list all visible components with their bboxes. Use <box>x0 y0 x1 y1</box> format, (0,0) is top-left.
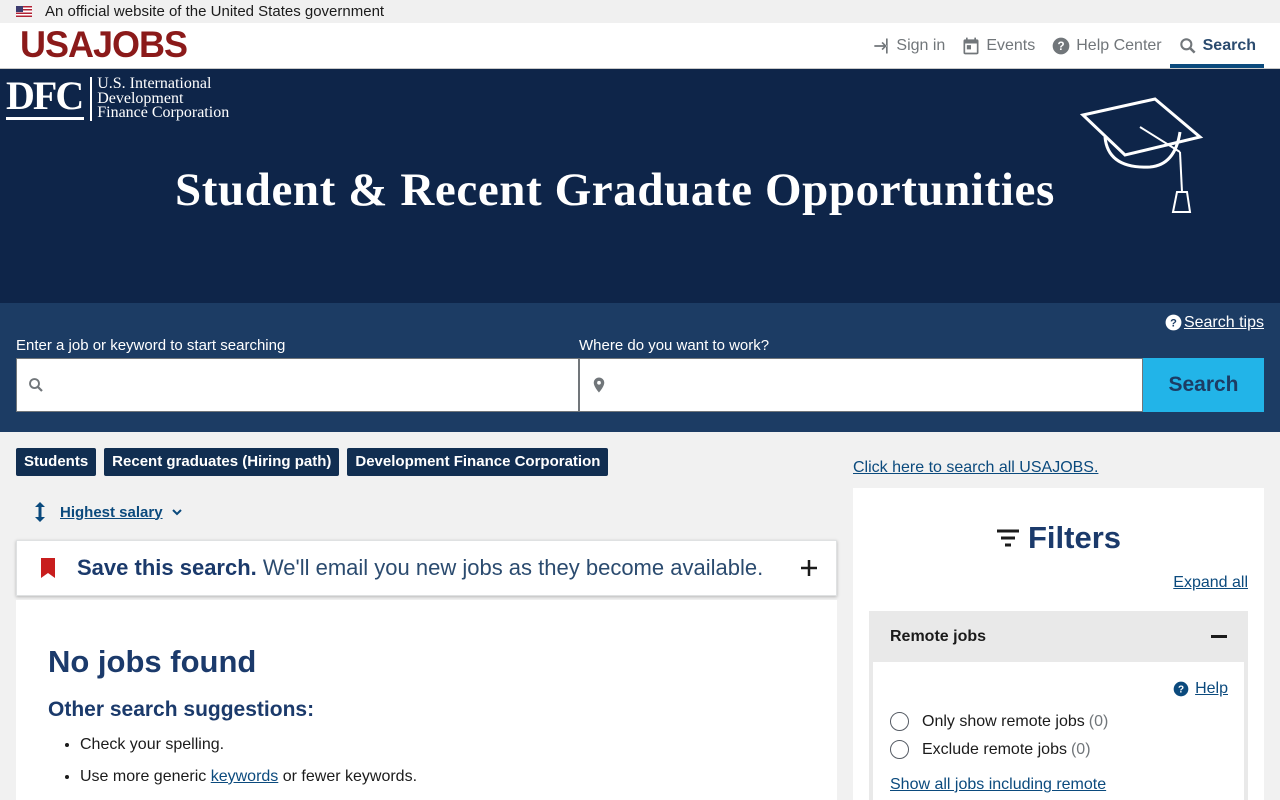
suggestions-heading: Other search suggestions: <box>48 698 315 721</box>
no-jobs-heading: No jobs found <box>48 644 257 679</box>
nav-sign-in-label: Sign in <box>896 36 946 54</box>
bookmark-icon <box>41 558 55 578</box>
nav-help-center[interactable]: ? Help Center <box>1043 23 1169 68</box>
dfc-logo: DFC U.S. International Development Finan… <box>6 75 229 121</box>
remote-jobs-header[interactable]: Remote jobs <box>870 612 1247 662</box>
search-button[interactable]: Search <box>1143 358 1264 412</box>
nav-events-label: Events <box>986 36 1036 54</box>
only-remote-count: (0) <box>1088 712 1109 730</box>
suggestions-list: Check your spelling. Use more generic ke… <box>48 736 805 786</box>
filter-icon <box>996 529 1019 547</box>
gov-banner: An official website of the United States… <box>0 0 1280 23</box>
save-search-description: We'll email you new jobs as they become … <box>262 555 764 580</box>
save-search-accordion[interactable]: Save this search. We'll email you new jo… <box>16 540 837 596</box>
dfc-name-line-3: Finance Corporation <box>97 104 230 121</box>
help-icon: ? <box>1173 681 1189 697</box>
site-header: USAJOBS Sign in Events ? Help Center Sea… <box>0 23 1280 69</box>
usajobs-logo[interactable]: USAJOBS <box>20 24 188 66</box>
keywords-link[interactable]: keywords <box>211 768 279 785</box>
sort-label: Highest salary <box>60 503 163 521</box>
dfc-logo-text: U.S. International Development Finance C… <box>90 76 230 121</box>
gov-banner-text: An official website of the United States… <box>45 3 385 20</box>
plus-icon[interactable] <box>800 559 818 577</box>
location-pin-icon <box>593 377 605 393</box>
sort-dropdown[interactable]: Highest salary <box>32 502 183 522</box>
help-label: Help <box>1195 680 1228 697</box>
minus-icon[interactable] <box>1211 635 1227 639</box>
suggestion-text: or fewer keywords. <box>278 768 418 785</box>
active-filter-chips: Students Recent graduates (Hiring path) … <box>16 448 616 476</box>
show-all-jobs-link[interactable]: Show all jobs including remote <box>890 776 1106 794</box>
main-nav: Sign in Events ? Help Center Search <box>863 23 1264 68</box>
save-search-text: Save this search. We'll email you new jo… <box>77 555 763 581</box>
filters-title: Filters <box>1027 520 1122 555</box>
nav-sign-in[interactable]: Sign in <box>863 23 953 68</box>
only-remote-label: Only show remote jobs <box>922 712 1085 730</box>
hero-banner: DFC U.S. International Development Finan… <box>0 69 1280 303</box>
svg-text:?: ? <box>1058 40 1065 53</box>
nav-search-label: Search <box>1202 36 1256 54</box>
sign-in-icon <box>874 38 889 53</box>
keyword-field[interactable] <box>16 358 579 412</box>
search-icon <box>1179 37 1196 54</box>
nav-events[interactable]: Events <box>953 23 1043 68</box>
us-flag-icon <box>16 6 32 17</box>
location-input[interactable] <box>616 359 1142 411</box>
calendar-icon <box>963 37 979 54</box>
chevron-down-icon <box>171 509 182 516</box>
location-label: Where do you want to work? <box>579 337 770 354</box>
dfc-logo-mark: DFC <box>6 73 84 120</box>
list-item: Use more generic keywords or fewer keywo… <box>80 768 805 786</box>
radio-circle[interactable] <box>890 740 909 759</box>
svg-text:?: ? <box>1170 317 1177 329</box>
keyword-input[interactable] <box>53 359 578 411</box>
hero-title: Student & Recent Graduate Opportunities <box>175 164 1055 216</box>
search-tips-label: Search tips <box>1183 313 1264 331</box>
help-icon: ? <box>1052 37 1070 54</box>
filters-panel: Filters Expand all Remote jobs ? Help On… <box>853 488 1264 800</box>
expand-all-link[interactable]: Expand all <box>869 574 1248 592</box>
filter-chip[interactable]: Recent graduates (Hiring path) <box>104 448 340 476</box>
nav-help-center-label: Help Center <box>1076 36 1162 54</box>
nav-search[interactable]: Search <box>1169 23 1264 68</box>
search-tips-link[interactable]: ? Search tips <box>1164 313 1264 332</box>
remote-jobs-accordion: Remote jobs ? Help Only show remote jobs… <box>869 611 1248 800</box>
search-panel: ? Search tips Enter a job or keyword to … <box>0 303 1280 432</box>
exclude-remote-radio[interactable]: Exclude remote jobs (0) <box>890 740 1091 759</box>
search-all-usajobs-link[interactable]: Click here to search all USAJOBS. <box>853 459 1098 477</box>
exclude-remote-count: (0) <box>1070 740 1091 758</box>
filters-heading: Filters <box>869 520 1248 556</box>
only-remote-radio[interactable]: Only show remote jobs (0) <box>890 712 1108 731</box>
svg-text:?: ? <box>1178 685 1184 696</box>
location-field[interactable] <box>579 358 1143 412</box>
list-item: Check your spelling. <box>80 736 805 754</box>
radio-circle[interactable] <box>890 712 909 731</box>
save-search-title: Save this search. <box>77 555 257 580</box>
suggestion-text: Use more generic <box>80 768 211 785</box>
search-icon <box>29 378 43 392</box>
sort-icon <box>35 502 45 522</box>
graduation-cap-icon <box>1080 97 1204 213</box>
remote-jobs-body: ? Help Only show remote jobs (0) Exclude… <box>873 662 1244 800</box>
remote-jobs-title: Remote jobs <box>890 628 987 645</box>
results-panel: No jobs found Other search suggestions: … <box>16 600 837 800</box>
filter-chip[interactable]: Development Finance Corporation <box>347 448 609 476</box>
filter-chip[interactable]: Students <box>16 448 97 476</box>
help-link[interactable]: ? Help <box>1173 680 1228 698</box>
keyword-label: Enter a job or keyword to start searchin… <box>16 337 286 354</box>
exclude-remote-label: Exclude remote jobs <box>922 740 1067 758</box>
help-icon: ? <box>1165 314 1182 331</box>
